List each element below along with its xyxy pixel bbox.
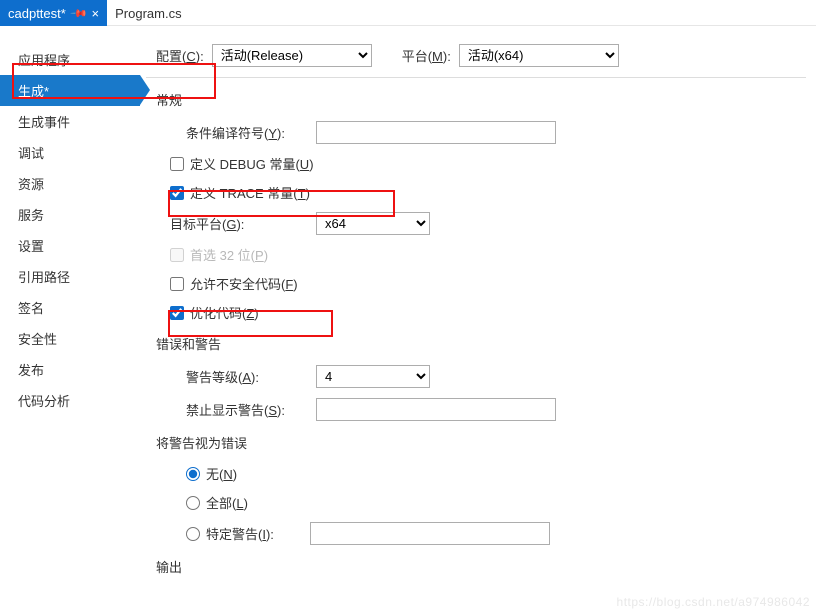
prefer-32bit-label: 首选 32 位(P) bbox=[190, 245, 268, 264]
sidebar-item-label: 签名 bbox=[18, 301, 44, 316]
sidebar-item-debug[interactable]: 调试 bbox=[0, 137, 140, 168]
section-treat-warnings: 将警告视为错误 bbox=[156, 433, 816, 452]
sidebar-item-label: 资源 bbox=[18, 177, 44, 192]
platform-select[interactable]: 活动(x64) bbox=[459, 44, 619, 67]
treat-specific-label: 特定警告(I): bbox=[206, 524, 310, 543]
tab-bar: cadpttest* 📌 × Program.cs bbox=[0, 0, 816, 26]
section-output: 输出 bbox=[156, 557, 816, 576]
pin-icon[interactable]: 📌 bbox=[69, 4, 88, 23]
treat-none-label: 无(N) bbox=[206, 464, 237, 483]
sidebar-item-label: 应用程序 bbox=[18, 53, 70, 68]
warning-level-label: 警告等级(A): bbox=[186, 367, 316, 386]
allow-unsafe-checkbox[interactable] bbox=[170, 277, 184, 291]
configuration-label: 配置(C): bbox=[156, 46, 204, 65]
sidebar-item-build-events[interactable]: 生成事件 bbox=[0, 106, 140, 137]
tab-label: Program.cs bbox=[115, 6, 181, 21]
sidebar-item-label: 发布 bbox=[18, 363, 44, 378]
sidebar-item-label: 引用路径 bbox=[18, 270, 70, 285]
sidebar-item-build[interactable]: 生成* bbox=[0, 75, 140, 106]
close-icon[interactable]: × bbox=[92, 6, 100, 21]
sidebar-item-resources[interactable]: 资源 bbox=[0, 168, 140, 199]
build-settings-panel: 配置(C): 活动(Release) 平台(M): 活动(x64) 常规 条件编… bbox=[140, 26, 816, 613]
section-errors-warnings: 错误和警告 bbox=[156, 334, 816, 353]
symbols-label: 条件编译符号(Y): bbox=[186, 123, 316, 142]
section-general: 常规 bbox=[156, 90, 816, 109]
configuration-select[interactable]: 活动(Release) bbox=[212, 44, 372, 67]
sidebar-item-services[interactable]: 服务 bbox=[0, 199, 140, 230]
sidebar-item-label: 生成事件 bbox=[18, 115, 70, 130]
define-debug-label: 定义 DEBUG 常量(U) bbox=[190, 154, 314, 173]
sidebar-item-reference-paths[interactable]: 引用路径 bbox=[0, 261, 140, 292]
sidebar-item-publish[interactable]: 发布 bbox=[0, 354, 140, 385]
sidebar-item-label: 安全性 bbox=[18, 332, 57, 347]
sidebar-item-application[interactable]: 应用程序 bbox=[0, 44, 140, 75]
suppress-warnings-label: 禁止显示警告(S): bbox=[186, 400, 316, 419]
treat-all-radio[interactable] bbox=[186, 496, 200, 510]
optimize-code-checkbox[interactable] bbox=[170, 306, 184, 320]
tab-cadpttest[interactable]: cadpttest* 📌 × bbox=[0, 0, 107, 26]
target-platform-label: 目标平台(G): bbox=[170, 214, 316, 233]
treat-specific-radio[interactable] bbox=[186, 527, 200, 541]
sidebar-item-security[interactable]: 安全性 bbox=[0, 323, 140, 354]
treat-all-label: 全部(L) bbox=[206, 493, 248, 512]
sidebar: 应用程序 生成* 生成事件 调试 资源 服务 设置 引用路径 签名 安全性 发布… bbox=[0, 26, 140, 613]
sidebar-item-label: 代码分析 bbox=[18, 394, 70, 409]
define-debug-checkbox[interactable] bbox=[170, 157, 184, 171]
sidebar-item-label: 生成* bbox=[18, 84, 49, 99]
target-platform-select[interactable]: x64 bbox=[316, 212, 430, 235]
symbols-input[interactable] bbox=[316, 121, 556, 144]
sidebar-item-code-analysis[interactable]: 代码分析 bbox=[0, 385, 140, 416]
sidebar-item-label: 服务 bbox=[18, 208, 44, 223]
platform-label: 平台(M): bbox=[402, 46, 451, 65]
prefer-32bit-checkbox bbox=[170, 248, 184, 262]
allow-unsafe-label: 允许不安全代码(F) bbox=[190, 274, 298, 293]
sidebar-item-label: 设置 bbox=[18, 239, 44, 254]
sidebar-item-settings[interactable]: 设置 bbox=[0, 230, 140, 261]
sidebar-item-signing[interactable]: 签名 bbox=[0, 292, 140, 323]
suppress-warnings-input[interactable] bbox=[316, 398, 556, 421]
warning-level-select[interactable]: 4 bbox=[316, 365, 430, 388]
tab-program[interactable]: Program.cs bbox=[107, 0, 189, 26]
tab-label: cadpttest* bbox=[8, 6, 66, 21]
optimize-code-label: 优化代码(Z) bbox=[190, 303, 259, 322]
treat-none-radio[interactable] bbox=[186, 467, 200, 481]
define-trace-label: 定义 TRACE 常量(T) bbox=[190, 183, 310, 202]
sidebar-item-label: 调试 bbox=[18, 146, 44, 161]
treat-specific-input[interactable] bbox=[310, 522, 550, 545]
define-trace-checkbox[interactable] bbox=[170, 186, 184, 200]
